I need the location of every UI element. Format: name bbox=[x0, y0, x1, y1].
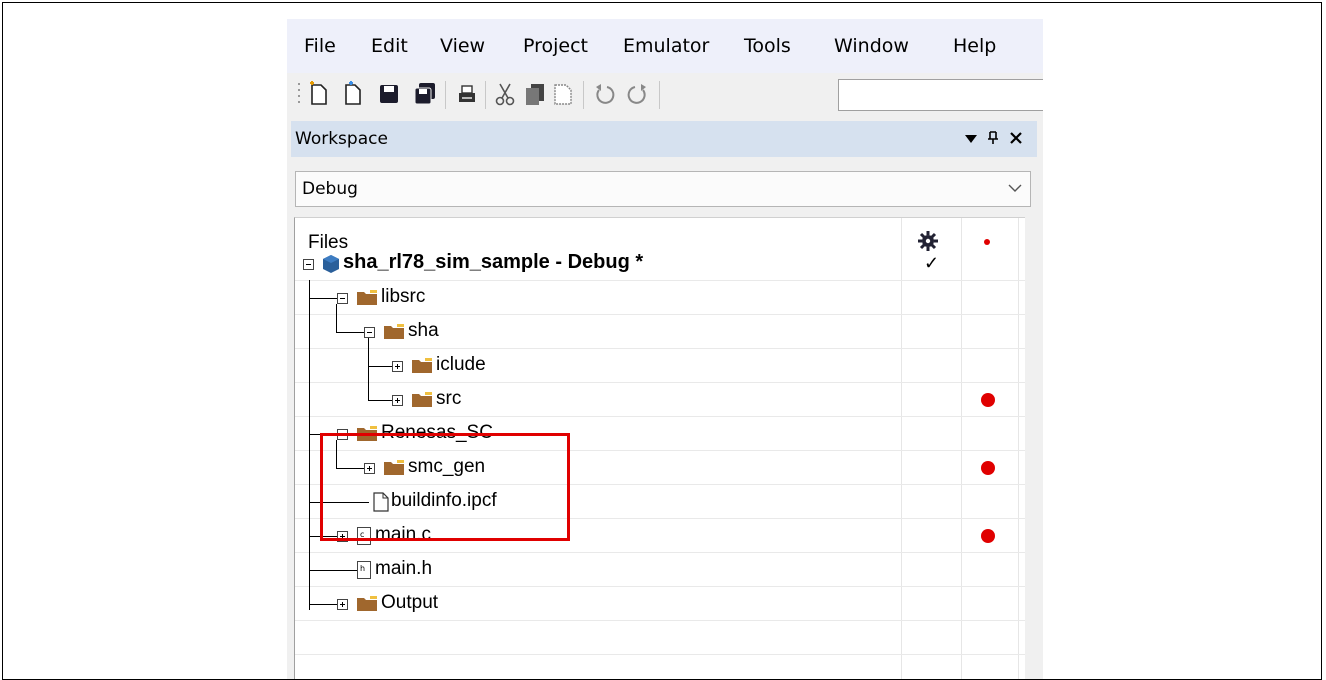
tree-item-iclude[interactable]: iclude bbox=[436, 354, 486, 376]
tree-line bbox=[309, 604, 337, 605]
menu-file[interactable]: File bbox=[304, 35, 336, 57]
tree-item-src[interactable]: src bbox=[436, 388, 461, 410]
collapse-libsrc-icon[interactable] bbox=[337, 293, 348, 304]
folder-icon bbox=[384, 324, 404, 339]
menu-emulator[interactable]: Emulator bbox=[623, 35, 709, 57]
row-divider bbox=[295, 280, 1025, 281]
expand-src-icon[interactable] bbox=[392, 395, 403, 406]
gear-icon[interactable] bbox=[917, 230, 939, 252]
save-icon[interactable] bbox=[377, 81, 401, 107]
close-icon[interactable] bbox=[1009, 131, 1023, 145]
breakpoint-column-dot-icon bbox=[984, 239, 990, 245]
copy-icon[interactable] bbox=[523, 81, 547, 107]
configuration-select[interactable]: Debug bbox=[295, 171, 1031, 207]
column-divider bbox=[901, 218, 902, 679]
save-all-icon[interactable] bbox=[413, 81, 437, 107]
toolbar-separator bbox=[485, 81, 486, 109]
h-file-icon-letter: h bbox=[360, 564, 366, 573]
row-divider bbox=[295, 654, 1025, 655]
menu-view[interactable]: View bbox=[440, 35, 485, 57]
toolbar-separator bbox=[445, 81, 446, 109]
undo-icon[interactable] bbox=[593, 81, 617, 107]
folder-icon bbox=[412, 392, 432, 407]
toolbar-separator bbox=[583, 81, 584, 109]
tree-item-output[interactable]: Output bbox=[381, 592, 438, 614]
h-file-icon: h bbox=[357, 561, 371, 579]
tree-line bbox=[368, 338, 369, 400]
breakpoint-dot-icon bbox=[981, 529, 995, 543]
tree-item-libsrc[interactable]: libsrc bbox=[381, 286, 425, 308]
tree-item-sha[interactable]: sha bbox=[408, 320, 439, 342]
ide-window: File Edit View Project Emulator Tools Wi… bbox=[287, 19, 1043, 679]
toolbar bbox=[287, 73, 1043, 117]
menu-help[interactable]: Help bbox=[953, 35, 996, 57]
expand-iclude-icon[interactable] bbox=[392, 361, 403, 372]
chevron-down-icon bbox=[1008, 184, 1022, 192]
row-divider bbox=[295, 586, 1025, 587]
row-divider bbox=[295, 620, 1025, 621]
print-icon[interactable] bbox=[455, 81, 479, 107]
toolbar-separator bbox=[659, 81, 660, 109]
build-check-icon: ✓ bbox=[924, 253, 940, 273]
workspace-panel: Debug Files sha_rl78_sim_sample - Debug … bbox=[291, 157, 1037, 679]
tree-line bbox=[368, 366, 392, 367]
project-label[interactable]: sha_rl78_sim_sample - Debug * bbox=[343, 251, 643, 274]
menu-project[interactable]: Project bbox=[523, 35, 588, 57]
highlight-box bbox=[320, 433, 570, 541]
folder-icon bbox=[412, 358, 432, 373]
row-divider bbox=[295, 416, 1025, 417]
menu-tools[interactable]: Tools bbox=[744, 35, 791, 57]
pin-icon[interactable] bbox=[987, 131, 999, 145]
row-divider bbox=[295, 552, 1025, 553]
workspace-title-bar: Workspace bbox=[291, 121, 1037, 157]
folder-icon bbox=[357, 290, 377, 305]
folder-icon bbox=[357, 596, 377, 611]
project-cube-icon bbox=[323, 255, 339, 273]
new-project-icon[interactable] bbox=[341, 81, 365, 107]
tree-item-main-h[interactable]: main.h bbox=[375, 558, 432, 580]
row-divider bbox=[295, 314, 1025, 315]
tree-line bbox=[336, 332, 364, 333]
row-divider bbox=[295, 382, 1025, 383]
redo-icon[interactable] bbox=[625, 81, 649, 107]
cut-icon[interactable] bbox=[493, 81, 517, 107]
configuration-value: Debug bbox=[302, 179, 358, 199]
workspace-title: Workspace bbox=[295, 129, 388, 149]
toolbar-search-input[interactable] bbox=[838, 79, 1043, 111]
tree-line bbox=[368, 400, 392, 401]
row-divider bbox=[295, 348, 1025, 349]
breakpoint-dot-icon bbox=[981, 393, 995, 407]
menu-edit[interactable]: Edit bbox=[371, 35, 408, 57]
paste-icon[interactable] bbox=[551, 81, 575, 107]
menu-bar: File Edit View Project Emulator Tools Wi… bbox=[287, 19, 1043, 73]
collapse-sha-icon[interactable] bbox=[364, 327, 375, 338]
tree-line bbox=[309, 280, 310, 610]
dropdown-arrow-icon[interactable] bbox=[965, 135, 977, 143]
expand-output-icon[interactable] bbox=[337, 599, 348, 610]
breakpoint-dot-icon bbox=[981, 461, 995, 475]
toolbar-grip-icon bbox=[298, 83, 300, 103]
tree-line bbox=[309, 298, 337, 299]
column-divider bbox=[961, 218, 962, 679]
column-divider bbox=[1018, 218, 1019, 679]
collapse-project-icon[interactable] bbox=[303, 259, 314, 270]
menu-window[interactable]: Window bbox=[834, 35, 909, 57]
new-file-icon[interactable] bbox=[307, 81, 331, 107]
tree-line bbox=[336, 304, 337, 332]
